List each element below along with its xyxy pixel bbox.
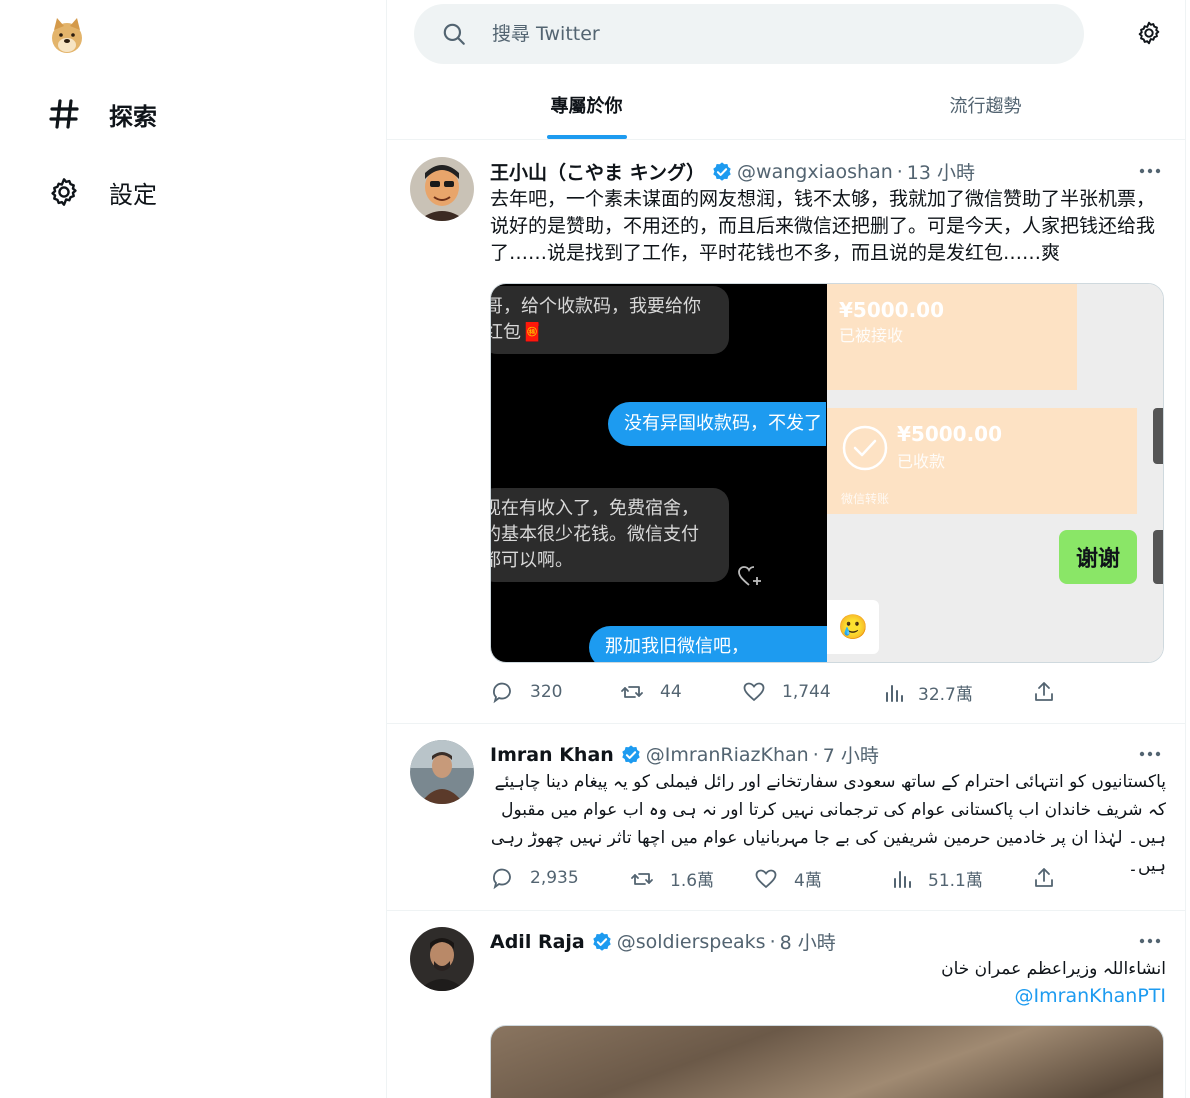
heart-icon <box>755 869 777 888</box>
heart-icon <box>743 682 765 702</box>
author-handle[interactable]: @soldierspeaks <box>617 931 766 953</box>
more-options-icon[interactable] <box>1137 931 1163 951</box>
tweet[interactable]: Imran Khan @ImranRiazKhan · 7 小時 پاکستان… <box>387 724 1185 911</box>
nav-item-settings[interactable]: 設定 <box>46 167 157 217</box>
hashtag-icon <box>46 96 82 132</box>
views-button[interactable]: 51.1萬 <box>890 866 983 891</box>
verified-badge-icon <box>713 161 731 181</box>
heart-plus-icon <box>738 566 761 586</box>
more-options-icon[interactable] <box>1137 744 1163 764</box>
retweet-button[interactable]: 44 <box>620 680 682 704</box>
tab-for-you[interactable]: 專屬於你 <box>387 70 786 139</box>
tab-trending[interactable]: 流行趨勢 <box>786 70 1185 139</box>
tweet-time[interactable]: 8 小時 <box>780 928 836 955</box>
reply-button[interactable]: 320 <box>490 680 562 704</box>
tweet-text: پاکستانیوں کو انتہائی احترام کے ساتھ سعو… <box>490 772 1166 876</box>
author-handle[interactable]: @ImranRiazKhan <box>646 744 809 766</box>
tweet-actions: 2,935 1.6萬 4萬 51.1萬 <box>490 866 1066 892</box>
chat-bubble: 那加我旧微信吧， <box>589 626 849 662</box>
reply-icon <box>493 682 511 704</box>
tweet-media[interactable]: 哥，给个收款码，我要给你红包🧧 没有异国收款码，不发了 现在有收入了，免费宿舍，… <box>490 283 1164 663</box>
author-handle[interactable]: @wangxiaoshan <box>737 161 893 183</box>
more-options-icon[interactable] <box>1137 161 1163 181</box>
settings-gear-icon[interactable] <box>1136 20 1162 46</box>
gear-icon <box>46 174 82 210</box>
doge-logo-icon[interactable] <box>50 16 84 56</box>
verified-badge-icon <box>622 744 640 764</box>
search-input[interactable] <box>492 23 992 45</box>
media-screenshot-left: 哥，给个收款码，我要给你红包🧧 没有异国收款码，不发了 现在有收入了，免费宿舍，… <box>491 284 849 662</box>
verified-badge-icon <box>593 931 611 951</box>
tweet[interactable]: 王小山（こやま キング） @wangxiaoshan · 13 小時 去年吧，一… <box>387 141 1185 724</box>
media-screenshot-right: ¥5000.00 已被接收 ¥5000.00 已收款 微信转账 谢谢 � <box>827 284 1163 662</box>
left-nav: 探索 設定 <box>0 0 387 1098</box>
right-divider <box>1185 0 1186 1098</box>
nav-item-explore[interactable]: 探索 <box>46 89 157 139</box>
search-icon <box>443 23 465 45</box>
nav-item-label: 探索 <box>109 102 157 131</box>
tweet-header: Imran Khan @ImranRiazKhan · 7 小時 <box>490 741 879 768</box>
reply-icon <box>493 868 511 890</box>
search-bar[interactable] <box>414 4 1084 64</box>
emoji-bubble: 🥲 <box>827 600 879 654</box>
tweet-media-image[interactable] <box>490 1025 1164 1098</box>
tweet-header: 王小山（こやま キング） @wangxiaoshan · 13 小時 <box>490 158 975 185</box>
transfer-card-received: ¥5000.00 已收款 微信转账 <box>827 408 1137 514</box>
share-button[interactable] <box>1032 866 1056 890</box>
chat-bubble: 哥，给个收款码，我要给你红包🧧 <box>491 286 729 354</box>
check-circle-icon <box>842 425 888 471</box>
tweet-header: Adil Raja @soldierspeaks · 8 小時 <box>490 928 836 955</box>
transfer-card: ¥5000.00 已被接收 <box>827 284 1077 390</box>
chat-bubble: 没有异国收款码，不发了 <box>608 402 826 446</box>
share-icon <box>1035 682 1053 701</box>
nav-item-label: 設定 <box>109 180 157 209</box>
retweet-icon <box>631 872 653 885</box>
avatar[interactable] <box>410 157 474 221</box>
thanks-bubble: 谢谢 <box>1059 530 1137 584</box>
tweet[interactable]: Adil Raja @soldierspeaks · 8 小時 انشاءالل… <box>387 911 1185 1098</box>
chat-bubble: 现在有收入了，免费宿舍，的基本很少花钱。微信支付都可以啊。 <box>491 488 729 582</box>
avatar[interactable] <box>410 927 474 991</box>
author-name[interactable]: Imran Khan <box>490 744 614 766</box>
author-name[interactable]: Adil Raja <box>490 931 585 953</box>
like-button[interactable]: 1,744 <box>742 680 831 704</box>
tweet-time[interactable]: 13 小時 <box>907 158 975 185</box>
like-button[interactable]: 4萬 <box>754 866 822 891</box>
tweet-actions: 320 44 1,744 32.7萬 <box>490 680 1066 706</box>
tweet-text: انشاءاللہ وزیراعظم عمران خان <box>941 959 1166 979</box>
retweet-icon <box>621 686 643 698</box>
tweet-text: 去年吧，一个素未谋面的网友想润，钱不太够，我就加了微信赞助了半张机票，说好的是赞… <box>490 188 1156 264</box>
app: 探索 設定 專屬於你 流行趨 <box>0 0 1190 1098</box>
reply-button[interactable]: 2,935 <box>490 866 579 890</box>
mention-link[interactable]: @ImranKhanPTI <box>1015 985 1166 1007</box>
avatar[interactable] <box>410 740 474 804</box>
views-chart-icon <box>894 870 911 888</box>
main-column: 專屬於你 流行趨勢 王小山（こやま キング） <box>387 0 1185 1098</box>
author-name[interactable]: 王小山（こやま キング） <box>490 158 705 185</box>
retweet-button[interactable]: 1.6萬 <box>630 866 714 891</box>
tweet-time[interactable]: 7 小時 <box>823 741 879 768</box>
views-button[interactable]: 32.7萬 <box>882 680 973 705</box>
views-chart-icon <box>886 684 903 702</box>
feed-tabs: 專屬於你 流行趨勢 <box>387 70 1185 140</box>
share-button[interactable] <box>1032 680 1056 704</box>
share-icon <box>1035 868 1053 887</box>
